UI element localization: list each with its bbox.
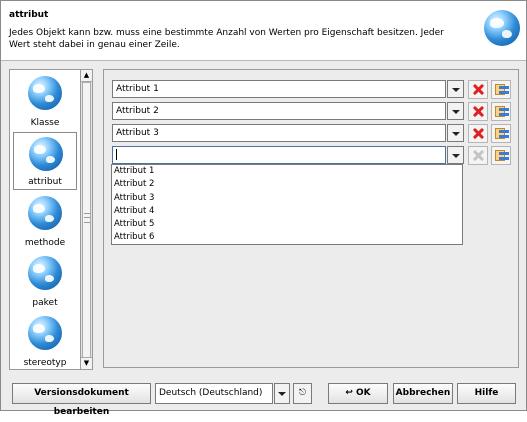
chevron-down-icon[interactable] [274, 383, 290, 404]
grip-icon [84, 213, 90, 223]
globe-icon [29, 137, 63, 171]
globe-icon [28, 196, 62, 230]
red-x-icon[interactable] [468, 102, 488, 121]
chevron-down-icon[interactable] [447, 102, 464, 120]
value-dropdown-list[interactable]: Attribut 1 Attribut 2 Attribut 3 Attribu… [111, 164, 463, 245]
language-select[interactable]: Deutsch (Deutschland) [155, 383, 273, 404]
sidebar-item-paket[interactable]: paket [13, 252, 77, 310]
value-combo[interactable]: Attribut 2 [112, 102, 446, 120]
sidebar-item-klasse[interactable]: Klasse [13, 72, 77, 130]
list-item[interactable]: Attribut 6 [112, 231, 462, 244]
globe-icon [28, 256, 62, 290]
sidebar-scrollbar[interactable]: ▲ ▼ [80, 69, 93, 370]
red-x-icon[interactable] [468, 124, 488, 143]
scroll-up-button[interactable]: ▲ [81, 70, 92, 82]
sidebar-item-label: paket [32, 298, 58, 308]
value-row: Attribut 2 [112, 102, 464, 120]
list-item[interactable]: Attribut 4 [112, 205, 462, 218]
sidebar-item-label: attribut [28, 177, 62, 187]
value-list-icon[interactable] [491, 102, 511, 121]
value-combo[interactable]: Attribut 1 [112, 80, 446, 98]
dialog-header: attribut Jedes Objekt kann bzw. muss ein… [1, 1, 526, 61]
list-item[interactable]: Attribut 1 [112, 165, 462, 178]
sidebar-item-attribut[interactable]: attribut [13, 132, 77, 190]
ok-button[interactable]: ↩ OK [328, 383, 388, 404]
red-x-icon[interactable] [468, 146, 488, 165]
scroll-thumb[interactable] [82, 82, 91, 358]
value-list-icon[interactable] [491, 146, 511, 165]
red-x-icon[interactable] [468, 80, 488, 99]
sidebar-item-label: Klasse [30, 118, 60, 128]
page-description: Jedes Objekt kann bzw. muss eine bestimm… [9, 28, 444, 50]
value-combo-editing[interactable] [112, 146, 446, 164]
globe-icon [484, 10, 520, 46]
value-row: Attribut 1 [112, 80, 464, 98]
ok-label: OK [356, 388, 371, 398]
dialog-window: attribut Jedes Objekt kann bzw. muss ein… [0, 0, 527, 417]
value-list-icon[interactable] [491, 80, 511, 99]
list-item[interactable]: Attribut 3 [112, 192, 462, 205]
value-list-icon[interactable] [491, 124, 511, 143]
chevron-down-icon[interactable] [447, 80, 464, 98]
cancel-button[interactable]: Abbrechen [393, 383, 453, 404]
sidebar-item-stereotyp[interactable]: stereotyp [13, 312, 77, 369]
value-combo[interactable]: Attribut 3 [112, 124, 446, 142]
category-sidebar: Klasse attribut methode paket stereotyp [9, 69, 81, 370]
globe-icon [28, 76, 62, 110]
page-title: attribut [9, 10, 49, 20]
scroll-down-button[interactable]: ▼ [81, 357, 92, 369]
sidebar-item-label: stereotyp [23, 358, 67, 368]
chevron-down-icon[interactable] [447, 124, 464, 142]
sidebar-item-label: methode [24, 238, 66, 248]
value-row: Attribut 3 [112, 124, 464, 142]
chevron-down-icon[interactable] [447, 146, 464, 164]
list-item[interactable]: Attribut 2 [112, 178, 462, 191]
text-caret [116, 149, 117, 160]
dialog-footer: Versionsdokument bearbeiten Deutsch (Deu… [1, 377, 526, 417]
globe-icon [28, 316, 62, 350]
return-arrow-icon: ↩ [345, 388, 357, 398]
help-button[interactable]: Hilfe [457, 383, 516, 404]
sidebar-item-methode[interactable]: methode [13, 192, 77, 250]
value-row [112, 146, 464, 164]
list-item[interactable]: Attribut 5 [112, 218, 462, 231]
version-document-button[interactable]: Versionsdokument bearbeiten [12, 383, 151, 417]
edit-icon[interactable]: ⎋ [293, 383, 312, 404]
